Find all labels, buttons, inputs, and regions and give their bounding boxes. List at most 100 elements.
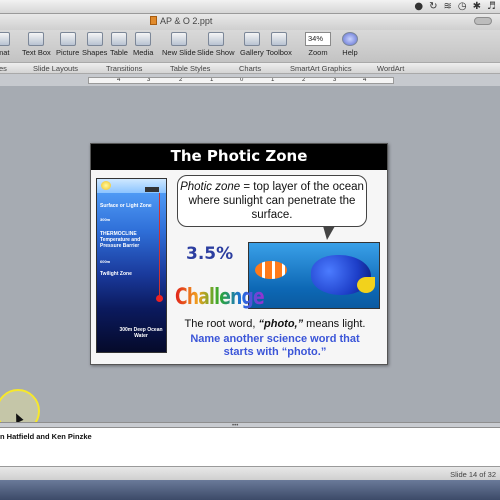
ocean-zones-image[interactable]: Surface or Light Zone 300m THERMOCLINE T… bbox=[96, 178, 167, 353]
horizontal-ruler: 4 3 2 1 0 1 2 3 4 bbox=[0, 74, 500, 86]
caption-prefix: The root word, bbox=[184, 318, 259, 330]
toolbar-label: Shapes bbox=[82, 48, 108, 57]
ribbon-tab-smartart[interactable]: SmartArt Graphics bbox=[290, 64, 352, 73]
caption-suffix: means light. bbox=[303, 318, 366, 330]
help-icon bbox=[342, 32, 358, 46]
slide[interactable]: The Photic Zone Surface or Light Zone 30… bbox=[90, 143, 388, 365]
text-box-icon bbox=[28, 32, 45, 46]
notes-pane[interactable]: n Hatfield and Ken Pinzke bbox=[0, 428, 500, 466]
definition-callout[interactable]: Photic zone = top layer of the ocean whe… bbox=[177, 175, 367, 227]
mac-menu-bar: ● ↻ ≋ ◷ ✱ ♬ bbox=[0, 0, 500, 14]
toolbox-icon bbox=[270, 32, 287, 46]
zoom-field[interactable]: 34% bbox=[305, 32, 331, 46]
toolbar-label: rmat bbox=[0, 48, 10, 57]
toolbar-label: Gallery bbox=[240, 48, 264, 57]
ruler-tick: 2 bbox=[302, 77, 306, 83]
media-icon bbox=[135, 32, 152, 46]
ruler-tick: 2 bbox=[179, 77, 183, 83]
slide-show-button[interactable]: Slide Show bbox=[197, 32, 235, 57]
status-bar: Slide 14 of 32 bbox=[0, 466, 500, 480]
toolbar-label: Picture bbox=[56, 48, 80, 57]
notes-text[interactable]: n Hatfield and Ken Pinzke bbox=[0, 432, 92, 441]
ribbon-tab-table-styles[interactable]: Table Styles bbox=[170, 64, 210, 73]
boat-icon bbox=[145, 187, 159, 192]
sun-icon bbox=[101, 181, 111, 190]
ribbon-tabs: es Slide Layouts Transitions Table Style… bbox=[0, 62, 500, 74]
ruler-tick: 3 bbox=[147, 77, 151, 83]
bluetooth-icon[interactable]: ✱ bbox=[473, 1, 481, 12]
slide-title-bar: The Photic Zone bbox=[91, 144, 387, 170]
zoom-control[interactable]: 34% Zoom bbox=[305, 32, 331, 57]
picture-button[interactable]: Picture bbox=[56, 32, 79, 57]
toolbar-label: Slide Show bbox=[197, 48, 235, 57]
fishing-line bbox=[159, 193, 160, 297]
toolbar-label: Table bbox=[110, 48, 128, 57]
table-button[interactable]: Table bbox=[110, 32, 128, 57]
challenge-wordart[interactable]: Challenge bbox=[175, 285, 265, 310]
prompt-text[interactable]: Name another science word that starts wi… bbox=[175, 333, 375, 359]
ruler-tick: 0 bbox=[240, 77, 244, 83]
ocean-label: Twilight Zone bbox=[100, 271, 132, 277]
toolbar: rmat Text Box Picture Shapes Table Media… bbox=[0, 30, 500, 62]
ocean-label: 300m bbox=[100, 217, 111, 222]
toolbar-label: Text Box bbox=[22, 48, 51, 57]
fish-image[interactable] bbox=[248, 242, 380, 309]
record-icon[interactable]: ● bbox=[414, 1, 423, 12]
ribbon-tab-wordart[interactable]: WordArt bbox=[377, 64, 404, 73]
callout-tail bbox=[323, 226, 335, 240]
text-box-button[interactable]: Text Box bbox=[22, 32, 51, 57]
clownfish-icon bbox=[255, 261, 287, 279]
format-icon bbox=[0, 32, 10, 46]
slide-title[interactable]: The Photic Zone bbox=[91, 147, 387, 165]
ribbon-tab-charts[interactable]: Charts bbox=[239, 64, 261, 73]
ppt-file-icon bbox=[150, 16, 157, 25]
toolbar-label: Help bbox=[342, 48, 358, 57]
bobber-icon bbox=[156, 295, 163, 302]
volume-icon[interactable]: ♬ bbox=[487, 1, 496, 12]
clock-icon[interactable]: ◷ bbox=[458, 1, 467, 12]
slide-show-icon bbox=[207, 32, 224, 46]
ruler-tick: 1 bbox=[271, 77, 275, 83]
ocean-label: 300m Deep Ocean Water bbox=[119, 327, 163, 339]
ruler-tick: 3 bbox=[333, 77, 337, 83]
media-button[interactable]: Media bbox=[133, 32, 153, 57]
shapes-icon bbox=[86, 32, 103, 46]
toolbox-button[interactable]: Toolbox bbox=[266, 32, 292, 57]
format-button[interactable]: rmat bbox=[0, 32, 10, 57]
help-button[interactable]: Help bbox=[342, 32, 358, 57]
window-title-bar: AP & O 2.ppt bbox=[0, 14, 500, 30]
toolbar-toggle-button[interactable] bbox=[474, 17, 492, 25]
callout-term: Photic zone bbox=[180, 181, 241, 193]
new-slide-button[interactable]: New Slide bbox=[162, 32, 196, 57]
ruler-tick: 1 bbox=[210, 77, 214, 83]
wifi-icon[interactable]: ≋ bbox=[444, 1, 452, 12]
toolbar-label: Toolbox bbox=[266, 48, 292, 57]
document-title: AP & O 2.ppt bbox=[150, 16, 212, 26]
ocean-label: Surface or Light Zone bbox=[100, 203, 152, 209]
toolbar-label: Zoom bbox=[308, 48, 328, 57]
gallery-button[interactable]: Gallery bbox=[240, 32, 264, 57]
ribbon-tab-transitions[interactable]: Transitions bbox=[106, 64, 142, 73]
ocean-label: THERMOCLINE Temperature and Pressure Bar… bbox=[100, 231, 141, 249]
ribbon-tab-slide-layouts[interactable]: Slide Layouts bbox=[33, 64, 78, 73]
ruler-strip[interactable]: 4 3 2 1 0 1 2 3 4 bbox=[88, 77, 394, 84]
shapes-button[interactable]: Shapes bbox=[82, 32, 107, 57]
fin-shape bbox=[357, 277, 375, 293]
percent-text[interactable]: 3.5% bbox=[186, 244, 233, 264]
root-word-text[interactable]: The root word, “photo,” means light. bbox=[175, 318, 375, 330]
sync-icon[interactable]: ↻ bbox=[429, 1, 437, 12]
window-title-text: AP & O 2.ppt bbox=[160, 16, 213, 26]
slide-indicator: Slide 14 of 32 bbox=[450, 470, 496, 479]
gallery-icon bbox=[243, 32, 260, 46]
ruler-tick: 4 bbox=[117, 77, 121, 83]
ribbon-tab-themes[interactable]: es bbox=[0, 64, 7, 73]
toolbar-label: New Slide bbox=[162, 48, 196, 57]
toolbar-label: Media bbox=[133, 48, 154, 57]
picture-icon bbox=[59, 32, 76, 46]
ruler-tick: 4 bbox=[363, 77, 367, 83]
menu-extras: ● ↻ ≋ ◷ ✱ ♬ bbox=[414, 1, 496, 12]
ocean-label: 600m bbox=[100, 259, 111, 264]
new-slide-icon bbox=[170, 32, 187, 46]
dock bbox=[0, 480, 500, 500]
table-icon bbox=[110, 32, 127, 46]
